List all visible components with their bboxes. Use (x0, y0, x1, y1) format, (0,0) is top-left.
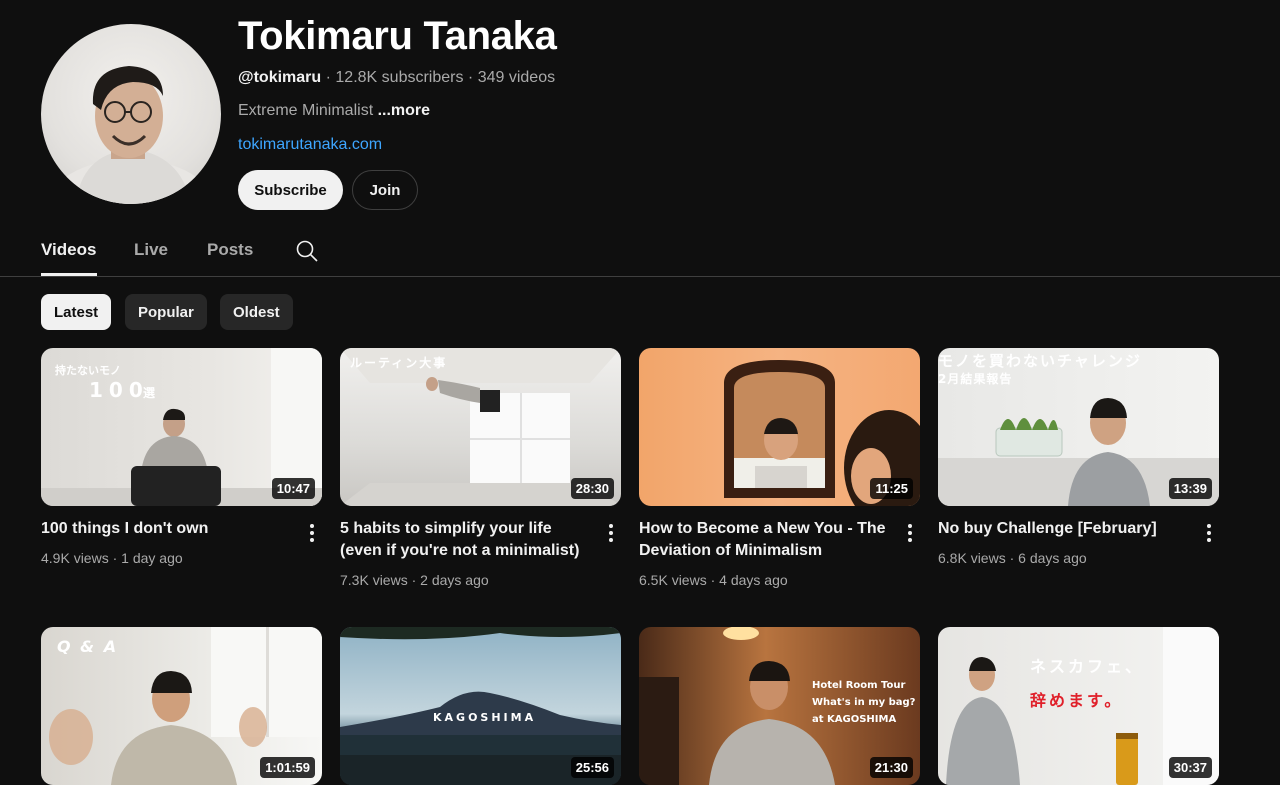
video-duration: 30:37 (1168, 757, 1212, 778)
video-title[interactable]: How to Become a New You - The Deviation … (639, 518, 894, 562)
video-card[interactable]: ルーティン大事 28:30 5 habits to simplify your … (340, 348, 621, 588)
more-actions-icon[interactable] (900, 522, 920, 544)
meta-separator: · (325, 69, 331, 86)
thumbnail-caption-line: Hotel Room Tour (812, 680, 906, 691)
channel-meta: @tokimaru · 12.8K subscribers · 349 vide… (238, 69, 555, 87)
video-duration: 1:01:59 (260, 757, 315, 778)
meta-separator: · (467, 69, 474, 86)
thumbnail-caption: 辞めます。 (1030, 691, 1124, 710)
upload-age: 2 days ago (420, 572, 489, 588)
channel-name: Tokimaru Tanaka (238, 14, 557, 58)
channel-header: Tokimaru Tanaka @tokimaru · 12.8K subscr… (0, 0, 1280, 225)
channel-link[interactable]: tokimarutanaka.com (238, 136, 382, 154)
tab-videos[interactable]: Videos (41, 240, 96, 260)
more-actions-icon[interactable] (1199, 522, 1219, 544)
video-card[interactable]: 持たないモノ 100 選 10:47 100 things I don't ow… (41, 348, 322, 566)
video-thumbnail[interactable]: Q & A 1:01:59 (41, 627, 322, 785)
active-tab-indicator (41, 273, 97, 276)
video-count: 349 videos (477, 69, 556, 86)
video-card[interactable]: ネスカフェ、 辞めます。 30:37 (938, 627, 1219, 785)
more-actions-icon[interactable] (601, 522, 621, 544)
upload-age: 4 days ago (719, 572, 788, 588)
video-card[interactable]: KAGOSHIMA 25:56 (340, 627, 621, 785)
meta-separator: · (1009, 550, 1015, 566)
search-icon[interactable] (295, 239, 319, 263)
video-duration: 25:56 (570, 757, 614, 778)
subscriber-count: 12.8K subscribers (335, 69, 464, 86)
video-card[interactable]: Hotel Room Tour What's in my bag? at KAG… (639, 627, 920, 785)
meta-separator: · (710, 572, 716, 588)
more-actions-icon[interactable] (302, 522, 322, 544)
meta-separator: · (112, 550, 118, 566)
video-thumbnail[interactable]: ネスカフェ、 辞めます。 30:37 (938, 627, 1219, 785)
thumbnail-caption: Q & A (57, 637, 119, 656)
thumbnail-caption: 2月結果報告 (938, 372, 1013, 386)
video-meta: 4.9K views · 1 day ago (41, 550, 183, 566)
video-duration: 28:30 (570, 478, 614, 499)
video-meta: 6.8K views · 6 days ago (938, 550, 1087, 566)
video-thumbnail[interactable]: Hotel Room Tour What's in my bag? at KAG… (639, 627, 920, 785)
thumbnail-caption: 持たないモノ (55, 364, 121, 377)
subscribe-button[interactable]: Subscribe (238, 170, 343, 210)
join-button[interactable]: Join (352, 170, 418, 210)
video-thumbnail[interactable]: KAGOSHIMA 25:56 (340, 627, 621, 785)
video-duration: 13:39 (1168, 478, 1212, 499)
video-meta: 6.5K views · 4 days ago (639, 572, 788, 588)
upload-age: 6 days ago (1018, 550, 1087, 566)
channel-tabs: Videos Live Posts (0, 228, 1280, 277)
video-card[interactable]: Q & A 1:01:59 (41, 627, 322, 785)
video-thumbnail[interactable]: 持たないモノ 100 選 10:47 (41, 348, 322, 506)
video-card[interactable]: 11:25 How to Become a New You - The Devi… (639, 348, 920, 588)
thumbnail-caption-line: at KAGOSHIMA (812, 714, 897, 725)
view-count: 7.3K views (340, 572, 408, 588)
thumbnail-caption: ルーティン大事 (350, 356, 448, 370)
thumbnail-caption-line: What's in my bag? (812, 697, 916, 708)
meta-separator: · (411, 572, 417, 588)
avatar[interactable] (41, 24, 221, 204)
view-count: 4.9K views (41, 550, 109, 566)
more-link[interactable]: ...more (378, 102, 430, 119)
video-duration: 21:30 (869, 757, 913, 778)
view-count: 6.8K views (938, 550, 1006, 566)
thumbnail-caption: 選 (143, 386, 156, 400)
description-text: Extreme Minimalist (238, 102, 374, 119)
chip-latest[interactable]: Latest (41, 294, 112, 330)
thumbnail-caption: Hotel Room Tour What's in my bag? at KAG… (812, 677, 916, 728)
video-meta: 7.3K views · 2 days ago (340, 572, 489, 588)
channel-description[interactable]: Extreme Minimalist ...more (238, 102, 430, 120)
channel-handle: @tokimaru (238, 69, 322, 86)
video-title[interactable]: No buy Challenge [February] (938, 518, 1193, 540)
video-card[interactable]: モノを買わないチャレンジ 2月結果報告 13:39 No buy Challen… (938, 348, 1219, 566)
view-count: 6.5K views (639, 572, 707, 588)
tab-live[interactable]: Live (134, 240, 168, 260)
tab-posts[interactable]: Posts (207, 240, 253, 260)
video-thumbnail[interactable]: 11:25 (639, 348, 920, 506)
video-title[interactable]: 5 habits to simplify your life (even if … (340, 518, 595, 562)
thumbnail-caption: 100 (89, 378, 149, 402)
video-duration: 11:25 (870, 478, 913, 499)
video-duration: 10:47 (271, 478, 315, 499)
upload-age: 1 day ago (121, 550, 183, 566)
chip-popular[interactable]: Popular (125, 294, 207, 330)
thumbnail-caption: KAGOSHIMA (433, 711, 537, 724)
chip-oldest[interactable]: Oldest (220, 294, 293, 330)
thumbnail-caption: モノを買わないチャレンジ (938, 352, 1142, 370)
video-thumbnail[interactable]: ルーティン大事 28:30 (340, 348, 621, 506)
video-title[interactable]: 100 things I don't own (41, 518, 296, 540)
thumbnail-caption: ネスカフェ、 (1030, 657, 1145, 676)
video-thumbnail[interactable]: モノを買わないチャレンジ 2月結果報告 13:39 (938, 348, 1219, 506)
